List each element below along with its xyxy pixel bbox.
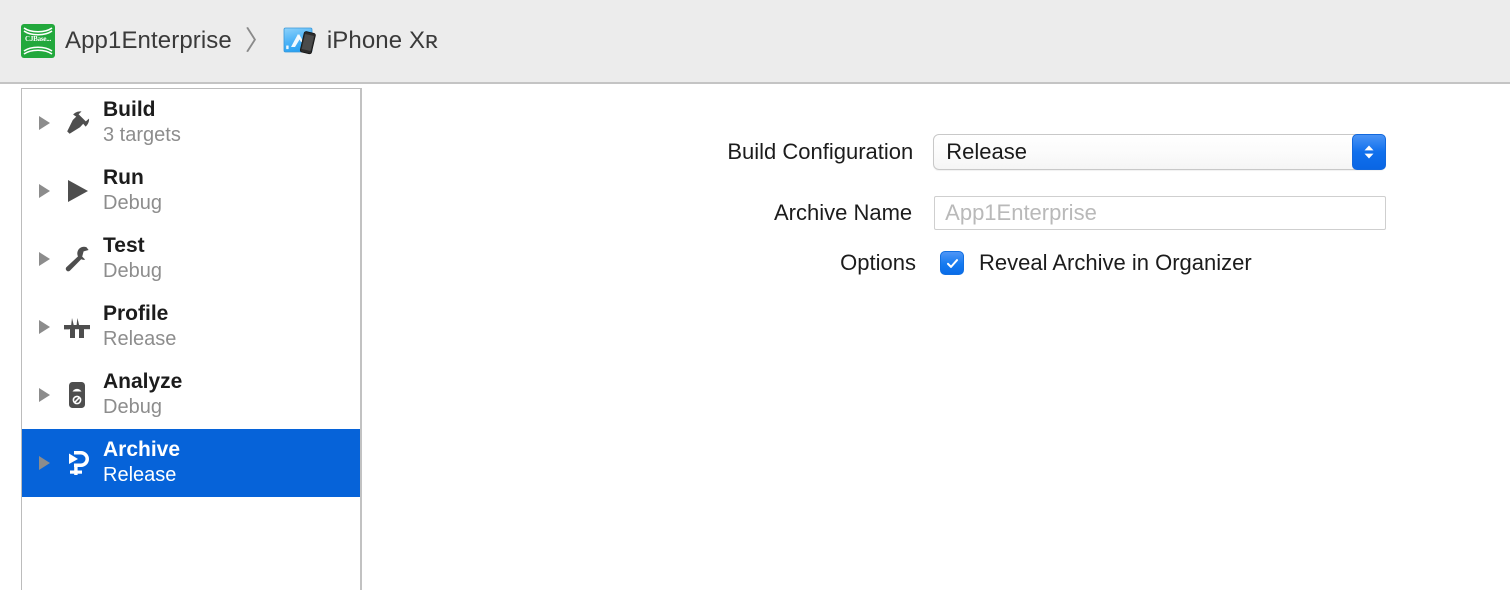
sidebar-item-archive[interactable]: Archive Release (22, 429, 360, 497)
build-configuration-row: Build Configuration Release (364, 134, 1386, 170)
breadcrumb-separator-icon: 〉 (244, 25, 272, 56)
archive-name-label: Archive Name (774, 200, 913, 225)
analyzer-icon (59, 375, 95, 415)
sidebar-item-test-subtitle: Debug (103, 260, 162, 283)
hammer-icon (59, 103, 95, 143)
disclosure-triangle-icon[interactable] (39, 456, 50, 470)
ios-simulator-icon-art (283, 27, 316, 55)
sidebar-item-profile-title: Profile (103, 302, 169, 326)
sidebar-item-build-text: Build 3 targets (103, 98, 181, 147)
breadcrumb: CJBase... App1Enterprise 〉 iPhone Xʀ (21, 24, 438, 58)
wrench-icon (59, 239, 95, 279)
archive-name-row: Archive Name App1Enterprise (364, 196, 1386, 230)
sidebar-item-run-title: Run (103, 166, 144, 190)
sidebar-item-build-title: Build (103, 98, 156, 122)
disclosure-triangle-icon[interactable] (39, 116, 50, 130)
sidebar-item-test[interactable]: Test Debug (22, 225, 360, 293)
disclosure-triangle-icon[interactable] (39, 320, 50, 334)
sidebar-item-build[interactable]: Build 3 targets (22, 89, 360, 157)
breadcrumb-item-project[interactable]: CJBase... App1Enterprise (21, 24, 232, 58)
project-app-icon: CJBase... (21, 24, 55, 58)
sidebar-item-run[interactable]: Run Debug (22, 157, 360, 225)
sidebar-item-archive-subtitle: Release (103, 464, 177, 487)
sidebar-item-run-text: Run Debug (103, 166, 162, 215)
options-label: Options (840, 250, 916, 275)
sidebar-item-profile[interactable]: Profile Release (22, 293, 360, 361)
reveal-archive-checkbox-label: Reveal Archive in Organizer (979, 250, 1252, 275)
breadcrumb-project-label: App1Enterprise (65, 27, 232, 54)
archive-name-input[interactable]: App1Enterprise (934, 196, 1386, 230)
sidebar-item-archive-text: Archive Release (103, 438, 180, 487)
sidebar-item-test-text: Test Debug (103, 234, 162, 283)
sidebar-item-build-subtitle: 3 targets (103, 124, 181, 147)
build-configuration-value: Release (946, 139, 1027, 164)
disclosure-triangle-icon[interactable] (39, 184, 50, 198)
project-app-icon-label: CJBase... (24, 35, 51, 43)
chevron-up-down-icon[interactable] (1352, 134, 1386, 170)
sidebar-item-analyze-text: Analyze Debug (103, 370, 182, 419)
play-icon (59, 171, 95, 211)
breadcrumb-destination-label: iPhone Xʀ (326, 27, 439, 54)
build-configuration-label: Build Configuration (727, 139, 914, 164)
breadcrumb-header-bar: CJBase... App1Enterprise 〉 iPhone Xʀ (0, 0, 1510, 84)
disclosure-triangle-icon[interactable] (39, 252, 50, 266)
sidebar-item-profile-subtitle: Release (103, 328, 177, 351)
reveal-archive-checkbox[interactable] (940, 251, 964, 275)
sidebar-item-analyze[interactable]: Analyze Debug (22, 361, 360, 429)
options-row: Options Reveal Archive in Organizer (364, 250, 1252, 276)
archive-settings-pane: Build Configuration Release Archive Name… (364, 86, 1510, 590)
archive-name-placeholder: App1Enterprise (945, 200, 1097, 225)
sidebar-item-profile-text: Profile Release (103, 302, 176, 351)
sidebar-item-archive-title: Archive (103, 438, 181, 462)
breadcrumb-item-destination[interactable]: iPhone Xʀ (283, 25, 438, 57)
build-configuration-select[interactable]: Release (933, 134, 1386, 170)
scheme-actions-sidebar: Build 3 targets Run Debug Test Debug Pro… (21, 88, 362, 590)
sidebar-item-analyze-title: Analyze (103, 370, 183, 394)
checkmark-icon (946, 258, 958, 268)
sidebar-item-analyze-subtitle: Debug (103, 396, 162, 419)
caliper-icon (59, 307, 95, 347)
disclosure-triangle-icon[interactable] (39, 388, 50, 402)
scheme-editor-body: Build 3 targets Run Debug Test Debug Pro… (0, 86, 1510, 590)
sidebar-item-run-subtitle: Debug (103, 192, 162, 215)
ios-simulator-icon (283, 25, 317, 57)
sidebar-item-test-title: Test (103, 234, 145, 258)
clamp-icon (59, 443, 95, 483)
